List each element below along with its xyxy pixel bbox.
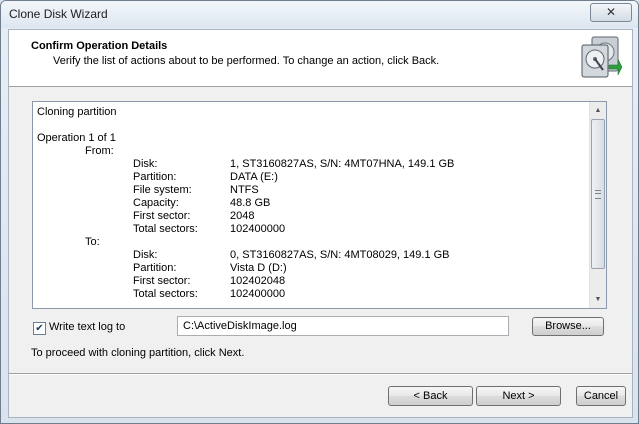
from-partition-value: DATA (E:)	[230, 171, 278, 183]
to-disk-key: Disk:	[133, 249, 158, 261]
from-label: From:	[85, 145, 114, 157]
page-subtitle: Verify the list of actions about to be p…	[53, 55, 440, 67]
from-first-sector-key: First sector:	[133, 210, 191, 222]
browse-button[interactable]: Browse...	[532, 317, 604, 336]
cancel-button[interactable]: Cancel	[576, 386, 626, 406]
write-log-checkbox[interactable]: ✔	[33, 322, 46, 335]
window-title: Clone Disk Wizard	[9, 7, 108, 21]
vertical-scrollbar[interactable]: ▲ ▼	[589, 102, 606, 308]
close-icon: ✕	[605, 5, 617, 19]
checkmark-icon: ✔	[35, 323, 44, 334]
page-title: Confirm Operation Details	[31, 40, 168, 52]
to-label: To:	[85, 236, 100, 248]
to-disk-value: 0, ST3160827AS, S/N: 4MT08029, 149.1 GB	[230, 249, 450, 261]
from-total-sectors-value: 102400000	[230, 223, 286, 235]
scrollbar-grip-icon	[595, 190, 601, 199]
disk-drives-icon	[581, 36, 622, 78]
to-partition-value: Vista D (D:)	[230, 262, 287, 274]
operation-counter: Operation 1 of 1	[37, 132, 116, 144]
wizard-client-area: Confirm Operation Details Verify the lis…	[8, 29, 633, 418]
from-disk-value: 1, ST3160827AS, S/N: 4MT07HNA, 149.1 GB	[230, 158, 455, 170]
operation-details-list[interactable]: Cloning partition Operation 1 of 1 From:…	[32, 101, 607, 309]
from-total-sectors-key: Total sectors:	[133, 223, 198, 235]
from-capacity-key: Capacity:	[133, 197, 179, 209]
from-filesystem-value: NTFS	[230, 184, 259, 196]
scroll-down-arrow-icon[interactable]: ▼	[590, 291, 606, 308]
clone-disk-wizard-window: Clone Disk Wizard ✕ Confirm Operation De…	[0, 0, 639, 424]
to-total-sectors-value: 102400000	[230, 288, 286, 300]
to-partition-key: Partition:	[133, 262, 177, 274]
log-path-input[interactable]	[177, 316, 509, 336]
scroll-up-arrow-icon[interactable]: ▲	[590, 102, 606, 119]
from-disk-key: Disk:	[133, 158, 158, 170]
next-button[interactable]: Next >	[476, 386, 561, 406]
to-first-sector-value: 102402048	[230, 275, 286, 287]
back-button[interactable]: < Back	[388, 386, 473, 406]
from-partition-key: Partition:	[133, 171, 177, 183]
from-capacity-value: 48.8 GB	[230, 197, 271, 209]
from-filesystem-key: File system:	[133, 184, 192, 196]
scrollbar-thumb[interactable]	[591, 119, 605, 269]
to-total-sectors-key: Total sectors:	[133, 288, 198, 300]
title-bar[interactable]: Clone Disk Wizard ✕	[1, 1, 638, 28]
from-first-sector-value: 2048	[230, 210, 255, 222]
to-first-sector-key: First sector:	[133, 275, 191, 287]
proceed-hint: To proceed with cloning partition, click…	[31, 347, 245, 359]
close-button[interactable]: ✕	[590, 3, 632, 22]
footer-separator	[9, 373, 632, 375]
write-log-label[interactable]: Write text log to	[49, 321, 125, 333]
details-heading: Cloning partition	[37, 106, 117, 118]
wizard-header: Confirm Operation Details Verify the lis…	[9, 30, 632, 87]
